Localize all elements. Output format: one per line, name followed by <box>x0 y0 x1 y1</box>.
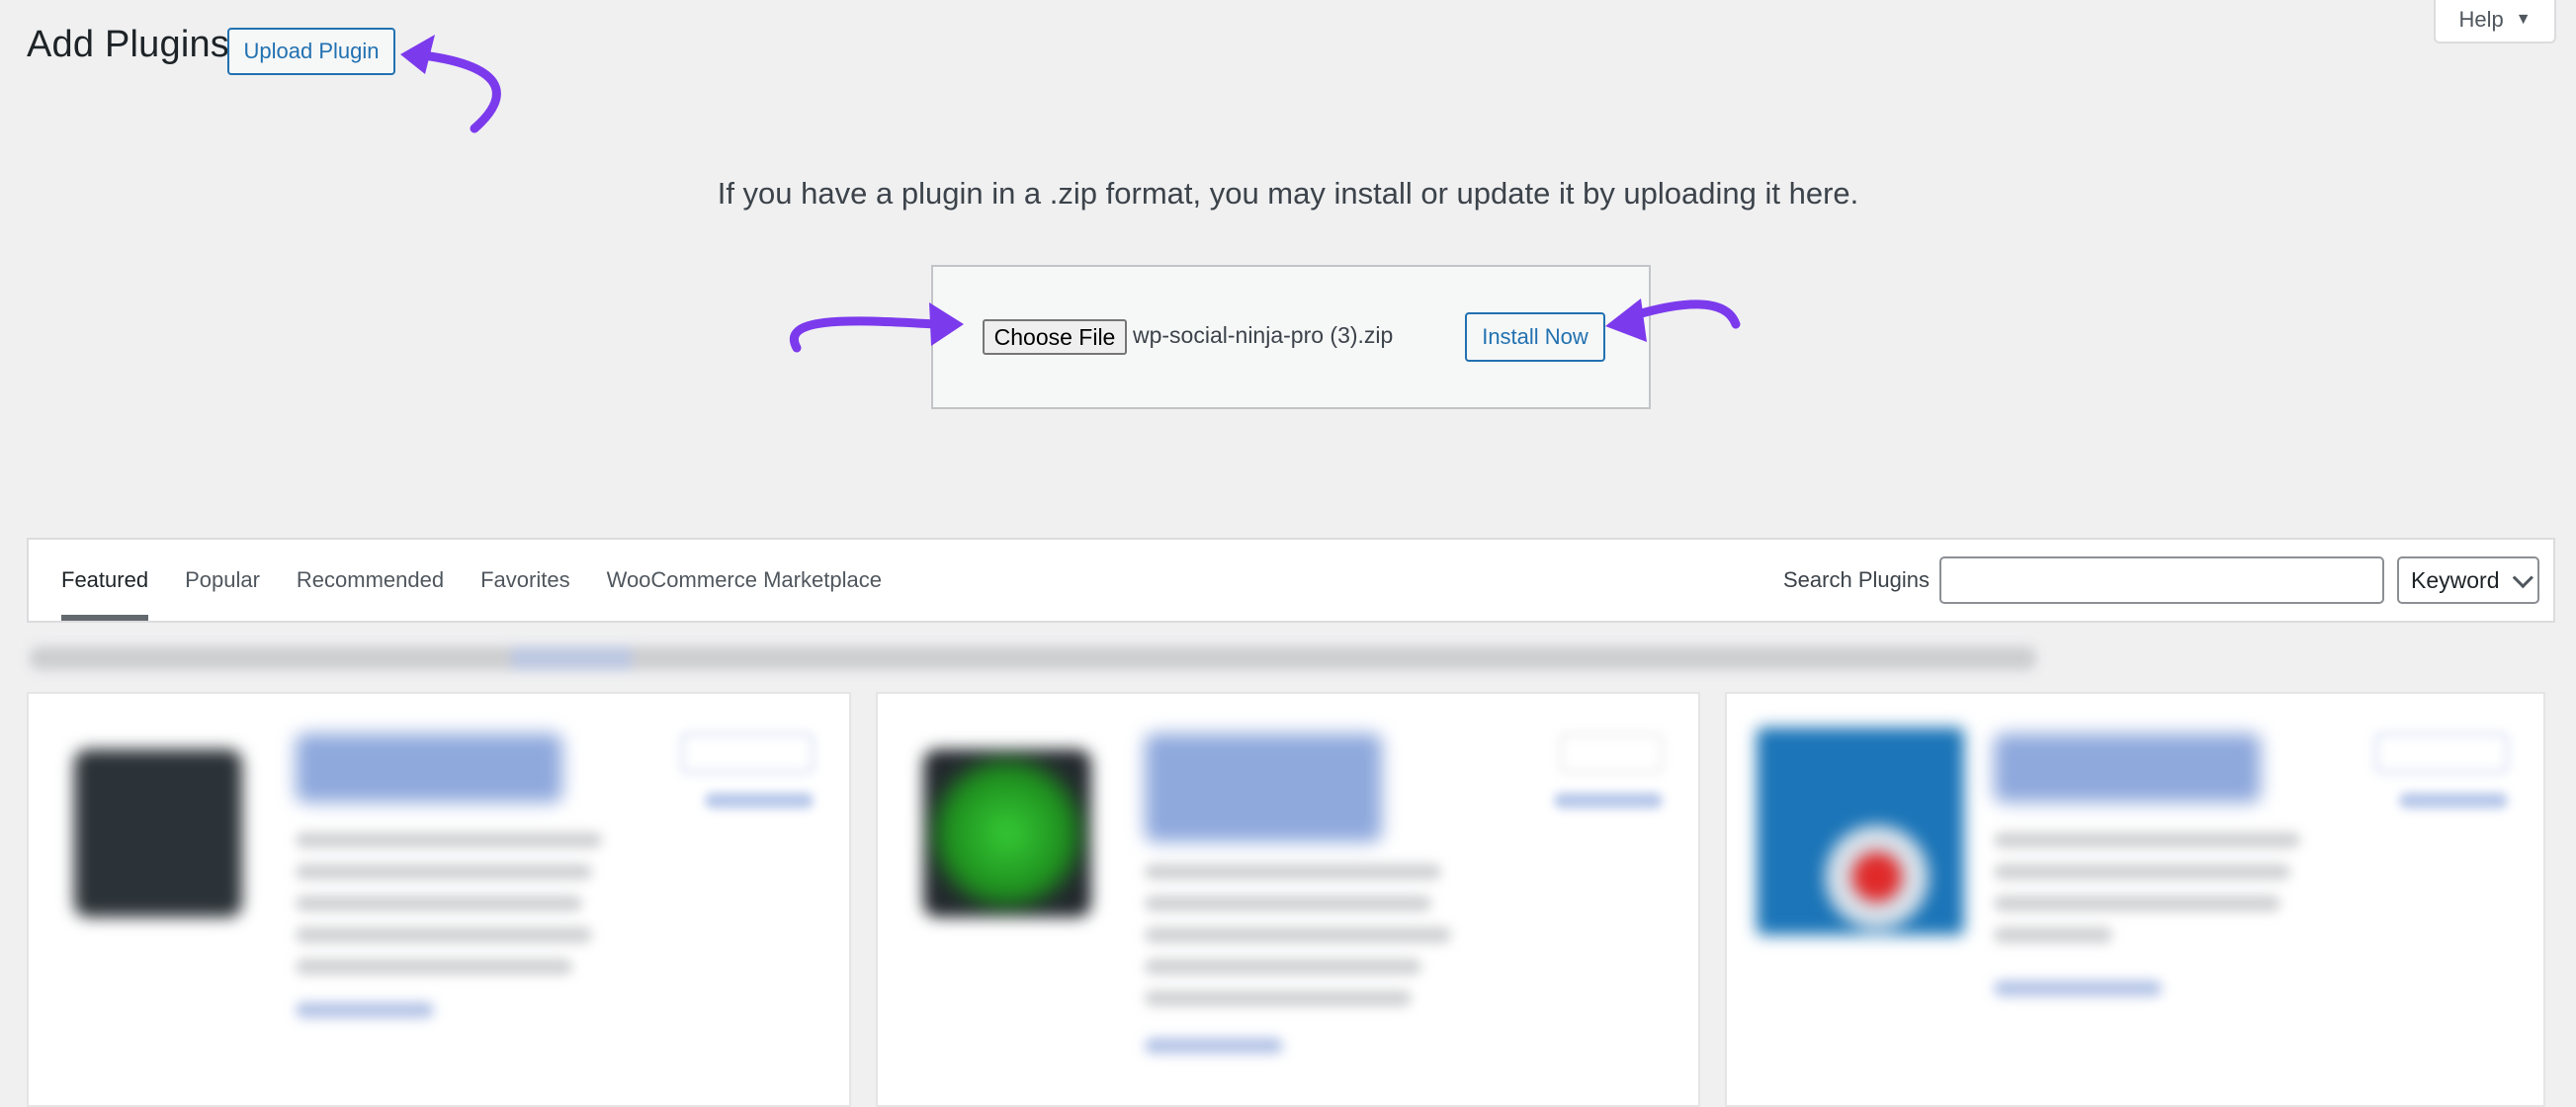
blurred-text <box>1145 959 1421 975</box>
blurred-author-link <box>1994 980 2162 996</box>
blurred-text <box>296 959 572 975</box>
blurred-text <box>296 927 592 943</box>
selected-file-name: wp-social-ninja-pro (3).zip <box>1133 322 1394 348</box>
blurred-text <box>296 864 592 880</box>
search-plugins-input[interactable] <box>1939 556 2384 604</box>
plugin-card <box>27 692 851 1107</box>
search-type-select[interactable]: Keyword <box>2397 556 2539 604</box>
upload-plugin-button[interactable]: Upload Plugin <box>227 28 395 75</box>
blurred-text <box>1145 864 1441 880</box>
blurred-text <box>1145 927 1451 943</box>
plugin-card <box>876 692 1700 1107</box>
tab-woocommerce-marketplace[interactable]: WooCommerce Marketplace <box>607 540 882 621</box>
blurred-author-link <box>1145 1038 1283 1054</box>
plugin-tabs: Featured Popular Recommended Favorites W… <box>61 540 882 621</box>
plugin-icon <box>1757 727 1964 935</box>
choose-file-button[interactable]: Choose File <box>983 319 1127 355</box>
upload-form: Choose File wp-social-ninja-pro (3).zip … <box>931 265 1651 409</box>
search-type-value: Keyword <box>2411 566 2500 593</box>
blurred-text <box>1994 832 2300 848</box>
blurred-text <box>296 832 602 848</box>
arrow-head-icon <box>400 35 435 74</box>
blurred-text <box>1994 864 2290 880</box>
blurred-install-button <box>2375 733 2508 773</box>
blurred-install-button <box>681 733 814 773</box>
blurred-installed-button <box>1560 733 1663 773</box>
help-button[interactable]: Help ▼ <box>2434 0 2556 43</box>
plugin-card <box>1725 692 2545 1107</box>
blurred-text <box>1145 895 1431 911</box>
blurred-plugin-title <box>296 733 562 803</box>
upload-description: If you have a plugin in a .zip format, y… <box>717 176 1859 211</box>
search-plugins-label: Search Plugins <box>1783 567 1930 592</box>
plugin-icon <box>923 749 1091 917</box>
blurred-more-details-link <box>705 793 814 809</box>
blurred-author-link <box>296 1002 434 1018</box>
blurred-text <box>1994 895 2280 911</box>
plugin-icon <box>74 749 242 917</box>
blurred-more-details-link <box>1554 793 1663 809</box>
arrow-icon <box>410 49 501 133</box>
blurred-more-details-link <box>2399 793 2508 809</box>
tab-favorites[interactable]: Favorites <box>480 540 569 621</box>
page-title: Add Plugins <box>27 24 230 65</box>
blurred-plugin-title <box>1994 733 2261 803</box>
blurred-text <box>1145 990 1412 1006</box>
install-now-button[interactable]: Install Now <box>1465 312 1605 362</box>
blurred-text <box>296 895 582 911</box>
help-label: Help <box>2458 7 2504 32</box>
chevron-down-icon <box>2513 566 2534 588</box>
tab-featured[interactable]: Featured <box>61 540 149 621</box>
tab-recommended[interactable]: Recommended <box>297 540 444 621</box>
arrow-icon <box>790 316 940 353</box>
blurred-info-text <box>30 646 2036 670</box>
plugin-filter-bar: Featured Popular Recommended Favorites W… <box>27 538 2555 623</box>
tab-popular[interactable]: Popular <box>185 540 260 621</box>
caret-down-icon: ▼ <box>2515 11 2532 28</box>
blurred-text <box>1994 927 2112 943</box>
blurred-plugin-title <box>1145 733 1382 842</box>
